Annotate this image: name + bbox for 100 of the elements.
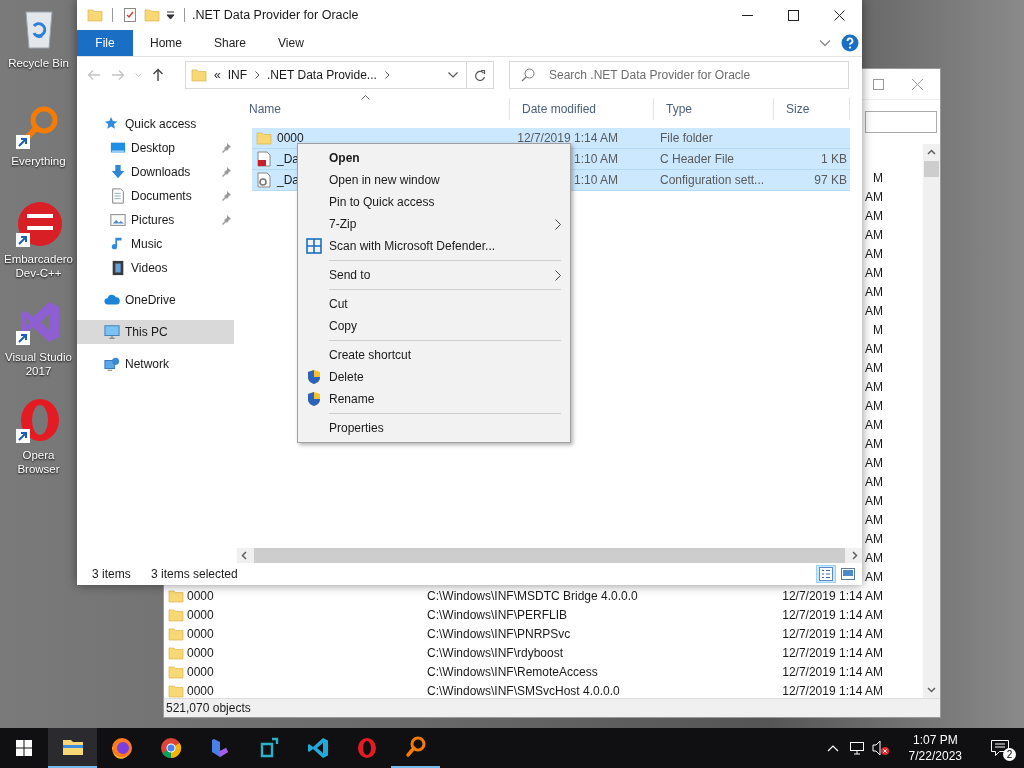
file-size: 1 KB bbox=[821, 152, 847, 166]
defender-icon bbox=[306, 238, 322, 254]
file-path: C:\Windows\INF\PNRPSvc bbox=[427, 626, 572, 641]
nav-item[interactable]: Downloads bbox=[77, 160, 234, 184]
menu-item[interactable]: Scan with Microsoft Defender... bbox=[298, 235, 570, 257]
menu-item[interactable]: Create shortcut bbox=[298, 344, 570, 366]
address-bar[interactable]: « INF .NET Data Provide... bbox=[185, 61, 494, 89]
header-file-icon bbox=[256, 151, 272, 167]
chevron-down-icon[interactable] bbox=[448, 72, 458, 78]
file-type: C Header File bbox=[660, 152, 735, 166]
file-date: 12/7/2019 1:14 AM bbox=[782, 607, 883, 622]
nav-item[interactable]: Documents bbox=[77, 184, 234, 208]
maximize-icon bbox=[872, 78, 884, 90]
nav-item[interactable]: Pictures bbox=[77, 208, 234, 232]
pin-icon bbox=[220, 190, 232, 202]
search-field[interactable]: Search .NET Data Provider for Oracle bbox=[509, 61, 849, 89]
file-date: AM bbox=[865, 379, 883, 394]
menu-item[interactable]: Properties bbox=[298, 417, 570, 439]
pin-icon bbox=[220, 214, 232, 226]
fox-globe-icon bbox=[109, 736, 134, 760]
item-count: 3 items bbox=[92, 567, 132, 581]
file-name: 0000 bbox=[187, 683, 215, 698]
file-name: 0000 bbox=[187, 626, 215, 641]
document-icon bbox=[110, 188, 126, 204]
ribbon-tab[interactable]: Share bbox=[198, 30, 263, 56]
menu-item[interactable]: Rename bbox=[298, 388, 570, 410]
column-header[interactable]: Size bbox=[774, 98, 850, 120]
nav-item[interactable]: This PC bbox=[77, 320, 234, 344]
file-date: 12/7/2019 1:14 AM bbox=[782, 588, 883, 603]
file-path: C:\Windows\INF\MSDTC Bridge 4.0.0.0 bbox=[427, 588, 639, 603]
file-date: AM bbox=[865, 455, 883, 470]
chevron-right-icon[interactable] bbox=[384, 71, 390, 79]
menu-item[interactable]: Copy bbox=[298, 315, 570, 337]
desktop-icon-label: Everything bbox=[10, 154, 67, 168]
dropdown-icon[interactable] bbox=[166, 10, 175, 20]
file-date: AM bbox=[865, 303, 883, 318]
desktop-icon-label: Visual Studio 2017 bbox=[4, 350, 73, 378]
column-header[interactable]: Name bbox=[243, 98, 510, 120]
taskbar-button[interactable] bbox=[48, 728, 97, 768]
file-date: AM bbox=[865, 474, 883, 489]
column-header[interactable]: Date modified bbox=[510, 98, 654, 120]
chevron-right-icon[interactable] bbox=[255, 71, 261, 79]
nav-item[interactable]: Network bbox=[77, 352, 234, 376]
expand-ribbon-icon[interactable] bbox=[819, 39, 831, 47]
magnifier-icon bbox=[403, 735, 428, 759]
windows-logo-icon bbox=[16, 740, 32, 756]
desktop-icon-label: Opera Browser bbox=[16, 448, 61, 476]
notification-button[interactable]: 2 bbox=[976, 728, 1024, 768]
menu-item[interactable]: Send to bbox=[298, 264, 570, 286]
search-icon bbox=[521, 68, 535, 82]
nav-item[interactable]: Quick access bbox=[77, 112, 234, 136]
column-header[interactable]: Type bbox=[654, 98, 774, 120]
network-icon bbox=[104, 356, 120, 372]
nav-item[interactable]: Desktop bbox=[77, 136, 234, 160]
menu-item[interactable]: Open in new window bbox=[298, 169, 570, 191]
address-overflow[interactable]: « bbox=[214, 68, 221, 82]
view-button[interactable] bbox=[838, 565, 858, 583]
shield-icon bbox=[306, 369, 322, 385]
help-icon[interactable] bbox=[841, 34, 859, 52]
scrollbar[interactable] bbox=[923, 144, 940, 698]
folder-icon bbox=[256, 130, 272, 146]
breadcrumb[interactable]: INF bbox=[227, 68, 248, 82]
file-date: AM bbox=[865, 569, 883, 584]
clock[interactable]: 1:07 PM 7/22/2023 bbox=[900, 732, 970, 764]
file-type: File folder bbox=[660, 131, 713, 145]
folder-icon bbox=[167, 625, 184, 642]
code-editor-icon bbox=[305, 736, 330, 760]
file-date: AM bbox=[865, 284, 883, 299]
window-title: .NET Data Provider for Oracle bbox=[192, 8, 359, 22]
menu-item[interactable]: Cut bbox=[298, 293, 570, 315]
folder-icon bbox=[191, 67, 207, 83]
file-name: 0000 bbox=[277, 131, 304, 145]
file-date: AM bbox=[865, 189, 883, 204]
nav-item[interactable]: Music bbox=[77, 232, 234, 256]
file-path: C:\Windows\INF\SMSvcHost 4.0.0.0 bbox=[427, 683, 621, 698]
up-icon[interactable] bbox=[152, 68, 164, 82]
picture-icon bbox=[110, 212, 126, 228]
menu-item[interactable]: Pin to Quick access bbox=[298, 191, 570, 213]
star-icon bbox=[104, 116, 120, 132]
close-icon bbox=[833, 9, 845, 21]
refresh-icon bbox=[474, 68, 486, 82]
scroll-thumb[interactable] bbox=[924, 161, 939, 177]
file-date: 12/7/2019 1:14 AM bbox=[782, 664, 883, 679]
shield-icon bbox=[306, 391, 322, 407]
app-logo-icon[interactable] bbox=[14, 200, 63, 248]
ribbon-tab[interactable]: View bbox=[262, 30, 320, 56]
menu-item[interactable]: Open bbox=[298, 147, 570, 169]
menu-item[interactable]: Delete bbox=[298, 366, 570, 388]
nav-item[interactable]: OneDrive bbox=[77, 288, 234, 312]
file-menu-button[interactable]: File bbox=[77, 30, 133, 56]
breadcrumb[interactable]: .NET Data Provide... bbox=[267, 68, 377, 82]
file-date: 12/7/2019 1:14 AM bbox=[782, 626, 883, 641]
nav-item[interactable]: Videos bbox=[77, 256, 234, 280]
file-name: 0000 bbox=[187, 588, 215, 603]
checklist-icon[interactable] bbox=[122, 7, 138, 23]
ribbon-tab[interactable]: Home bbox=[134, 30, 198, 56]
menu-item[interactable]: 7-Zip bbox=[298, 213, 570, 235]
view-button[interactable] bbox=[816, 565, 836, 583]
file-date: AM bbox=[865, 227, 883, 242]
search-field[interactable] bbox=[865, 111, 937, 133]
